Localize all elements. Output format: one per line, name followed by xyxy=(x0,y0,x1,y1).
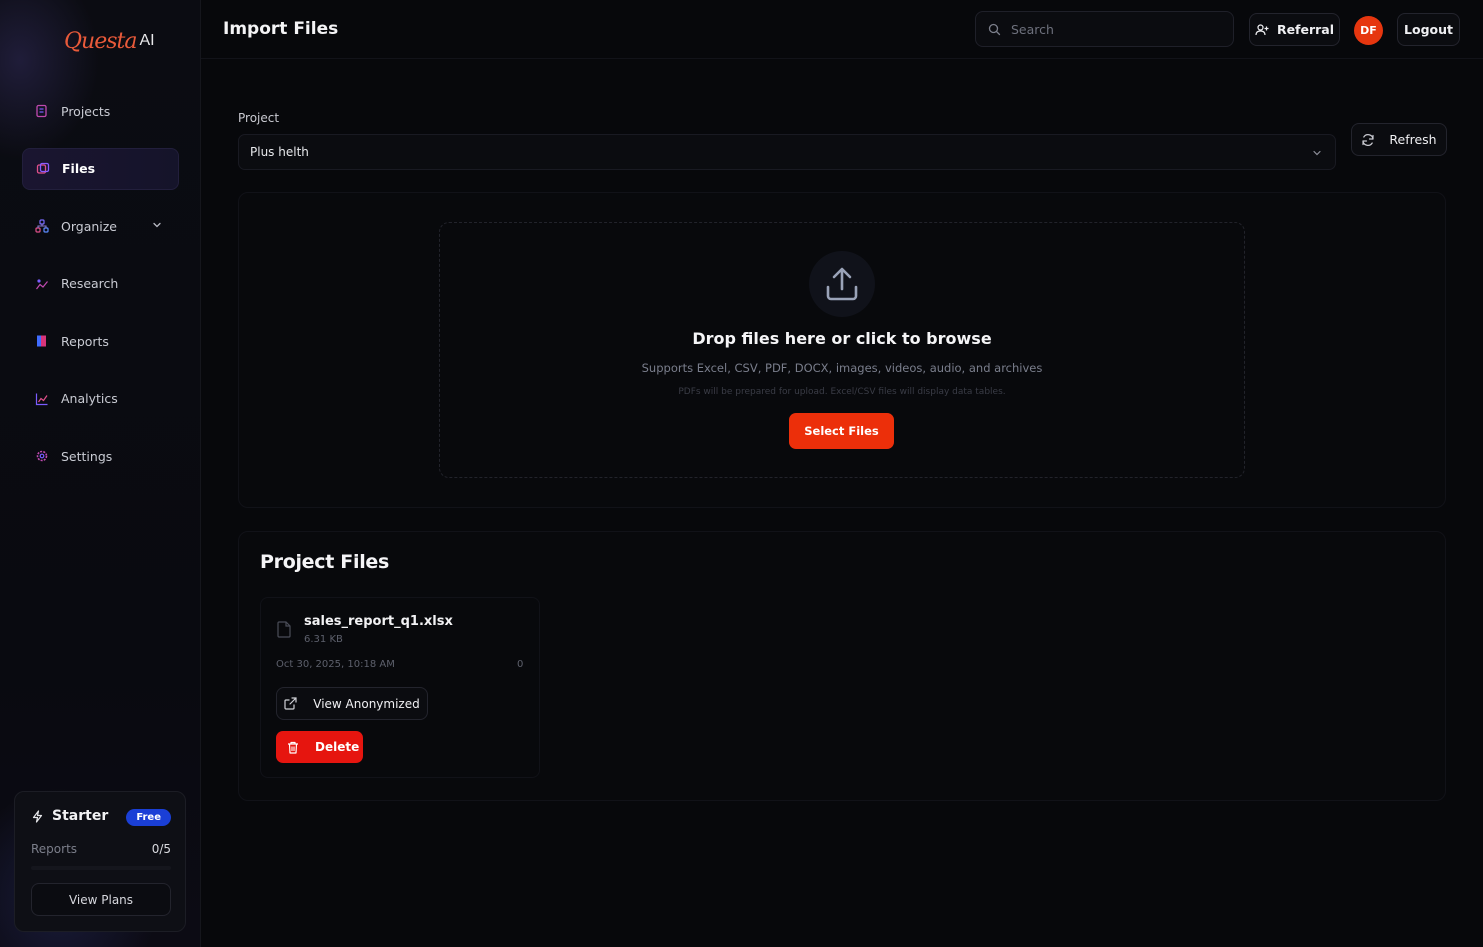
search-input[interactable] xyxy=(1011,21,1221,37)
avatar[interactable]: DF xyxy=(1354,16,1383,45)
logo-script: Questa xyxy=(64,28,137,54)
chevron-down-icon[interactable] xyxy=(151,219,163,231)
file-size: 6.31 KB xyxy=(304,634,343,645)
sidebar-item-projects[interactable]: Projects xyxy=(22,90,179,132)
refresh-label: Refresh xyxy=(1389,132,1437,147)
external-link-icon xyxy=(284,697,297,710)
organize-icon xyxy=(35,219,49,233)
sidebar-item-settings[interactable]: Settings xyxy=(22,435,179,477)
refresh-icon xyxy=(1361,133,1375,147)
logo-ai: AI xyxy=(139,32,155,49)
sidebar-item-label: Files xyxy=(62,161,96,176)
dropzone-subtitle: Supports Excel, CSV, PDF, DOCX, images, … xyxy=(641,361,1043,375)
delete-label: Delete xyxy=(315,740,360,754)
project-files-title: Project Files xyxy=(260,551,390,573)
page-title: Import Files xyxy=(223,19,339,39)
file-name: sales_report_q1.xlsx xyxy=(304,614,453,629)
plan-usage-label: Reports xyxy=(31,842,78,856)
file-count: 0 xyxy=(517,659,524,670)
plan-usage-count: 0/5 xyxy=(151,842,171,856)
trash-icon xyxy=(287,741,299,754)
select-files-button[interactable]: Select Files xyxy=(789,413,894,449)
sidebar-item-label: Research xyxy=(61,276,119,291)
document-icon xyxy=(277,621,292,642)
reports-icon xyxy=(35,334,49,348)
view-anonymized-button[interactable]: View Anonymized xyxy=(276,687,428,720)
chevron-down-icon xyxy=(1311,147,1323,162)
upload-icon-container xyxy=(809,251,875,317)
sidebar-item-research[interactable]: Research xyxy=(22,263,179,305)
plan-name: Starter xyxy=(52,808,109,824)
add-user-icon xyxy=(1255,23,1269,37)
sidebar-item-files[interactable]: Files xyxy=(22,147,179,190)
referral-label: Referral xyxy=(1276,22,1335,37)
sidebar-item-label: Projects xyxy=(61,103,111,119)
sidebar-item-label: Settings xyxy=(61,448,113,464)
sidebar-item-label: Reports xyxy=(61,333,109,349)
delete-button[interactable]: Delete xyxy=(276,731,363,763)
view-plans-button[interactable]: View Plans xyxy=(31,883,171,916)
plan-badge: Free xyxy=(126,809,171,826)
file-date: Oct 30, 2025, 10:18 AM xyxy=(276,659,395,670)
app-logo[interactable]: Questa AI xyxy=(64,22,155,60)
sidebar: Questa AI Projects Files Organize Resear… xyxy=(0,0,201,947)
sidebar-item-analytics[interactable]: Analytics xyxy=(22,378,179,420)
research-icon xyxy=(35,277,49,291)
project-select-label: Project xyxy=(238,111,280,125)
settings-icon xyxy=(35,449,49,463)
analytics-icon xyxy=(35,392,49,406)
plan-usage-bar xyxy=(31,866,171,870)
files-icon xyxy=(36,162,50,176)
sidebar-item-label: Analytics xyxy=(61,391,118,406)
projects-icon xyxy=(35,104,49,118)
sidebar-nav: Projects Files Organize Research Reports… xyxy=(22,90,179,493)
logout-button[interactable]: Logout xyxy=(1397,13,1460,46)
dropzone-note: PDFs will be prepared for upload. Excel/… xyxy=(678,387,1006,397)
plan-card: Starter Free Reports 0/5 View Plans xyxy=(14,791,186,932)
plan-header: Starter xyxy=(31,808,108,824)
refresh-button[interactable]: Refresh xyxy=(1351,123,1447,156)
referral-button[interactable]: Referral xyxy=(1249,13,1340,46)
upload-icon xyxy=(823,265,861,303)
sidebar-item-reports[interactable]: Reports xyxy=(22,320,179,362)
view-anonymized-label: View Anonymized xyxy=(313,696,420,711)
lightning-icon xyxy=(31,809,44,823)
dropzone-title: Drop files here or click to browse xyxy=(692,329,992,348)
sidebar-item-label: Organize xyxy=(61,218,117,234)
project-select-value: Plus helth xyxy=(250,145,309,159)
search-icon xyxy=(988,23,1001,36)
search-box[interactable] xyxy=(975,11,1234,47)
sidebar-item-organize[interactable]: Organize xyxy=(22,205,179,247)
top-bar: Import Files Referral DF Logout xyxy=(201,0,1483,59)
project-select[interactable]: Plus helth xyxy=(238,134,1336,170)
